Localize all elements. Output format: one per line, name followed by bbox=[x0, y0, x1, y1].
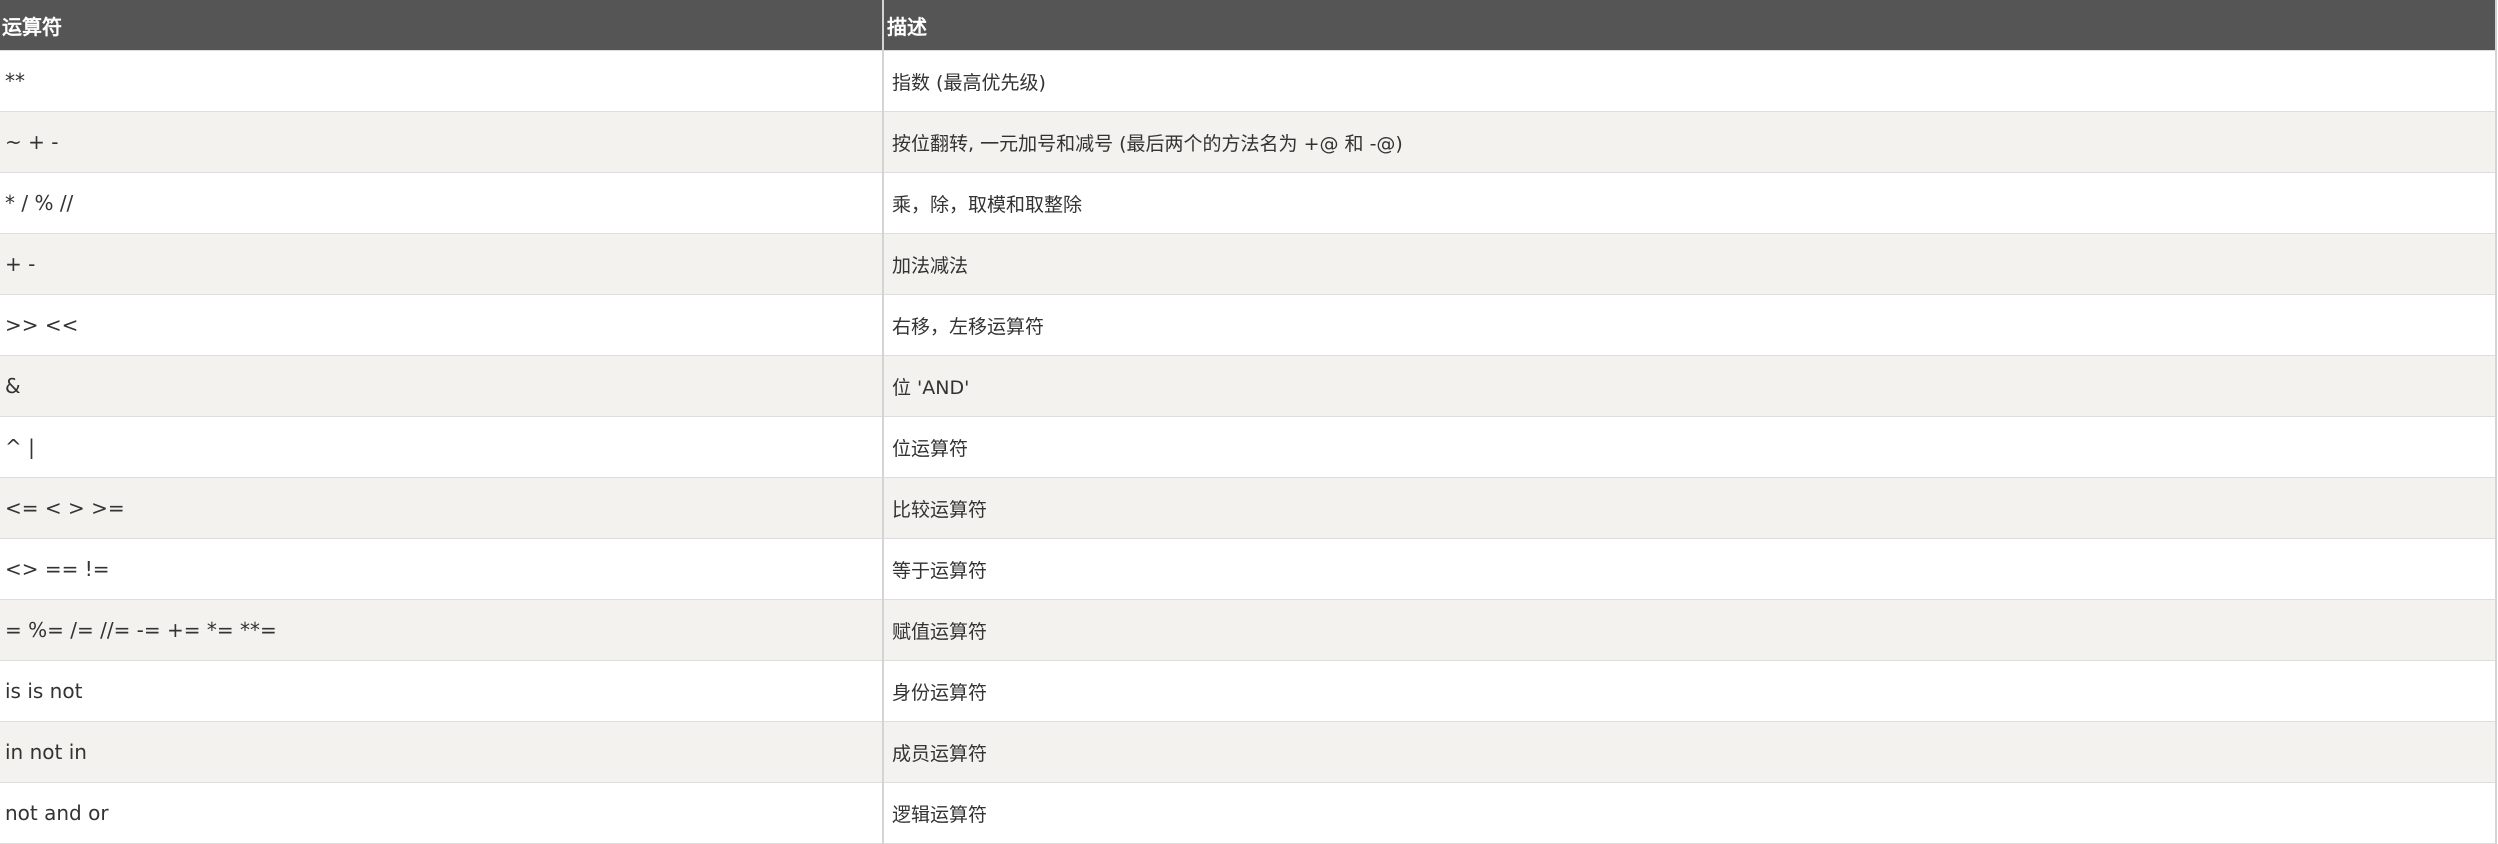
column-header-description: 描述 bbox=[883, 0, 2497, 51]
operator-cell: ** bbox=[0, 50, 884, 112]
operator-cell: ~ + - bbox=[0, 111, 884, 173]
table-row: = %= /= //= -= += *= **= 赋值运算符 bbox=[0, 599, 2497, 661]
column-header-operator: 运算符 bbox=[0, 0, 884, 51]
operator-cell: <> == != bbox=[0, 538, 884, 600]
operator-cell: & bbox=[0, 355, 884, 417]
table-row: ** 指数 (最高优先级) bbox=[0, 50, 2497, 112]
description-cell: 身份运算符 bbox=[883, 660, 2497, 722]
table-row: + - 加法减法 bbox=[0, 233, 2497, 295]
table-row: <> == != 等于运算符 bbox=[0, 538, 2497, 600]
operator-cell: not and or bbox=[0, 782, 884, 844]
operator-cell: * / % // bbox=[0, 172, 884, 234]
description-cell: 等于运算符 bbox=[883, 538, 2497, 600]
description-cell: 指数 (最高优先级) bbox=[883, 50, 2497, 112]
description-cell: 赋值运算符 bbox=[883, 599, 2497, 661]
description-cell: 按位翻转, 一元加号和减号 (最后两个的方法名为 +@ 和 -@) bbox=[883, 111, 2497, 173]
table-row: <= < > >= 比较运算符 bbox=[0, 477, 2497, 539]
table-header: 运算符 描述 bbox=[0, 0, 2497, 51]
operator-cell: is is not bbox=[0, 660, 884, 722]
operator-cell: in not in bbox=[0, 721, 884, 783]
description-cell: 乘，除，取模和取整除 bbox=[883, 172, 2497, 234]
table-row: * / % // 乘，除，取模和取整除 bbox=[0, 172, 2497, 234]
description-cell: 逻辑运算符 bbox=[883, 782, 2497, 844]
operator-cell: ^ | bbox=[0, 416, 884, 478]
table-header-row: 运算符 描述 bbox=[0, 0, 2497, 51]
description-cell: 位 'AND' bbox=[883, 355, 2497, 417]
table-row: ~ + - 按位翻转, 一元加号和减号 (最后两个的方法名为 +@ 和 -@) bbox=[0, 111, 2497, 173]
operator-cell: = %= /= //= -= += *= **= bbox=[0, 599, 884, 661]
table-row: ^ | 位运算符 bbox=[0, 416, 2497, 478]
table-row: >> << 右移，左移运算符 bbox=[0, 294, 2497, 356]
page: 运算符 描述 ** 指数 (最高优先级) ~ + - 按位翻转, 一元加号和减号… bbox=[0, 0, 2498, 844]
description-cell: 右移，左移运算符 bbox=[883, 294, 2497, 356]
table-row: & 位 'AND' bbox=[0, 355, 2497, 417]
table-row: in not in 成员运算符 bbox=[0, 721, 2497, 783]
operator-cell: >> << bbox=[0, 294, 884, 356]
table-row: is is not 身份运算符 bbox=[0, 660, 2497, 722]
table-row: not and or 逻辑运算符 bbox=[0, 782, 2497, 844]
operator-precedence-table-wrapper: 运算符 描述 ** 指数 (最高优先级) ~ + - 按位翻转, 一元加号和减号… bbox=[0, 0, 2497, 844]
description-cell: 比较运算符 bbox=[883, 477, 2497, 539]
operator-precedence-table: 运算符 描述 ** 指数 (最高优先级) ~ + - 按位翻转, 一元加号和减号… bbox=[0, 0, 2497, 844]
table-body: ** 指数 (最高优先级) ~ + - 按位翻转, 一元加号和减号 (最后两个的… bbox=[0, 50, 2497, 844]
description-cell: 加法减法 bbox=[883, 233, 2497, 295]
description-cell: 成员运算符 bbox=[883, 721, 2497, 783]
operator-cell: <= < > >= bbox=[0, 477, 884, 539]
operator-cell: + - bbox=[0, 233, 884, 295]
description-cell: 位运算符 bbox=[883, 416, 2497, 478]
